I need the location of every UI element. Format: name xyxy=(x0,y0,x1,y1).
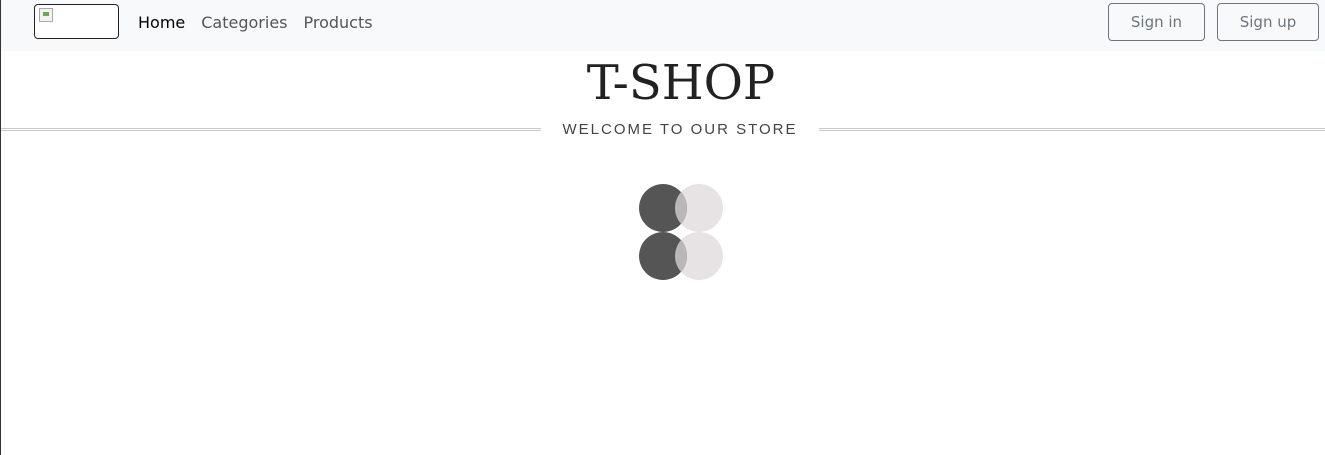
tagline-banner: WELCOME TO OUR STORE xyxy=(1,120,1325,142)
logo-link[interactable] xyxy=(34,4,119,39)
nav-link-categories[interactable]: Categories xyxy=(201,11,287,35)
auth-buttons: Sign in Sign up xyxy=(1108,3,1319,41)
nav-links: Home Categories Products xyxy=(138,11,373,35)
tagline-divider-right xyxy=(819,128,1325,131)
tagline-divider-left xyxy=(1,128,541,131)
loader-overlap-shapes xyxy=(675,184,687,280)
navbar: Home Categories Products Sign in Sign up xyxy=(1,0,1325,51)
loading-spinner xyxy=(638,183,724,281)
sign-up-button[interactable]: Sign up xyxy=(1217,3,1319,41)
sign-in-button[interactable]: Sign in xyxy=(1108,3,1205,41)
page: Home Categories Products Sign in Sign up… xyxy=(0,0,1325,455)
broken-image-icon xyxy=(39,8,53,22)
nav-link-products[interactable]: Products xyxy=(304,11,373,35)
page-title: T-SHOP xyxy=(586,55,776,111)
tagline: WELCOME TO OUR STORE xyxy=(562,121,798,138)
nav-link-home[interactable]: Home xyxy=(138,11,185,35)
